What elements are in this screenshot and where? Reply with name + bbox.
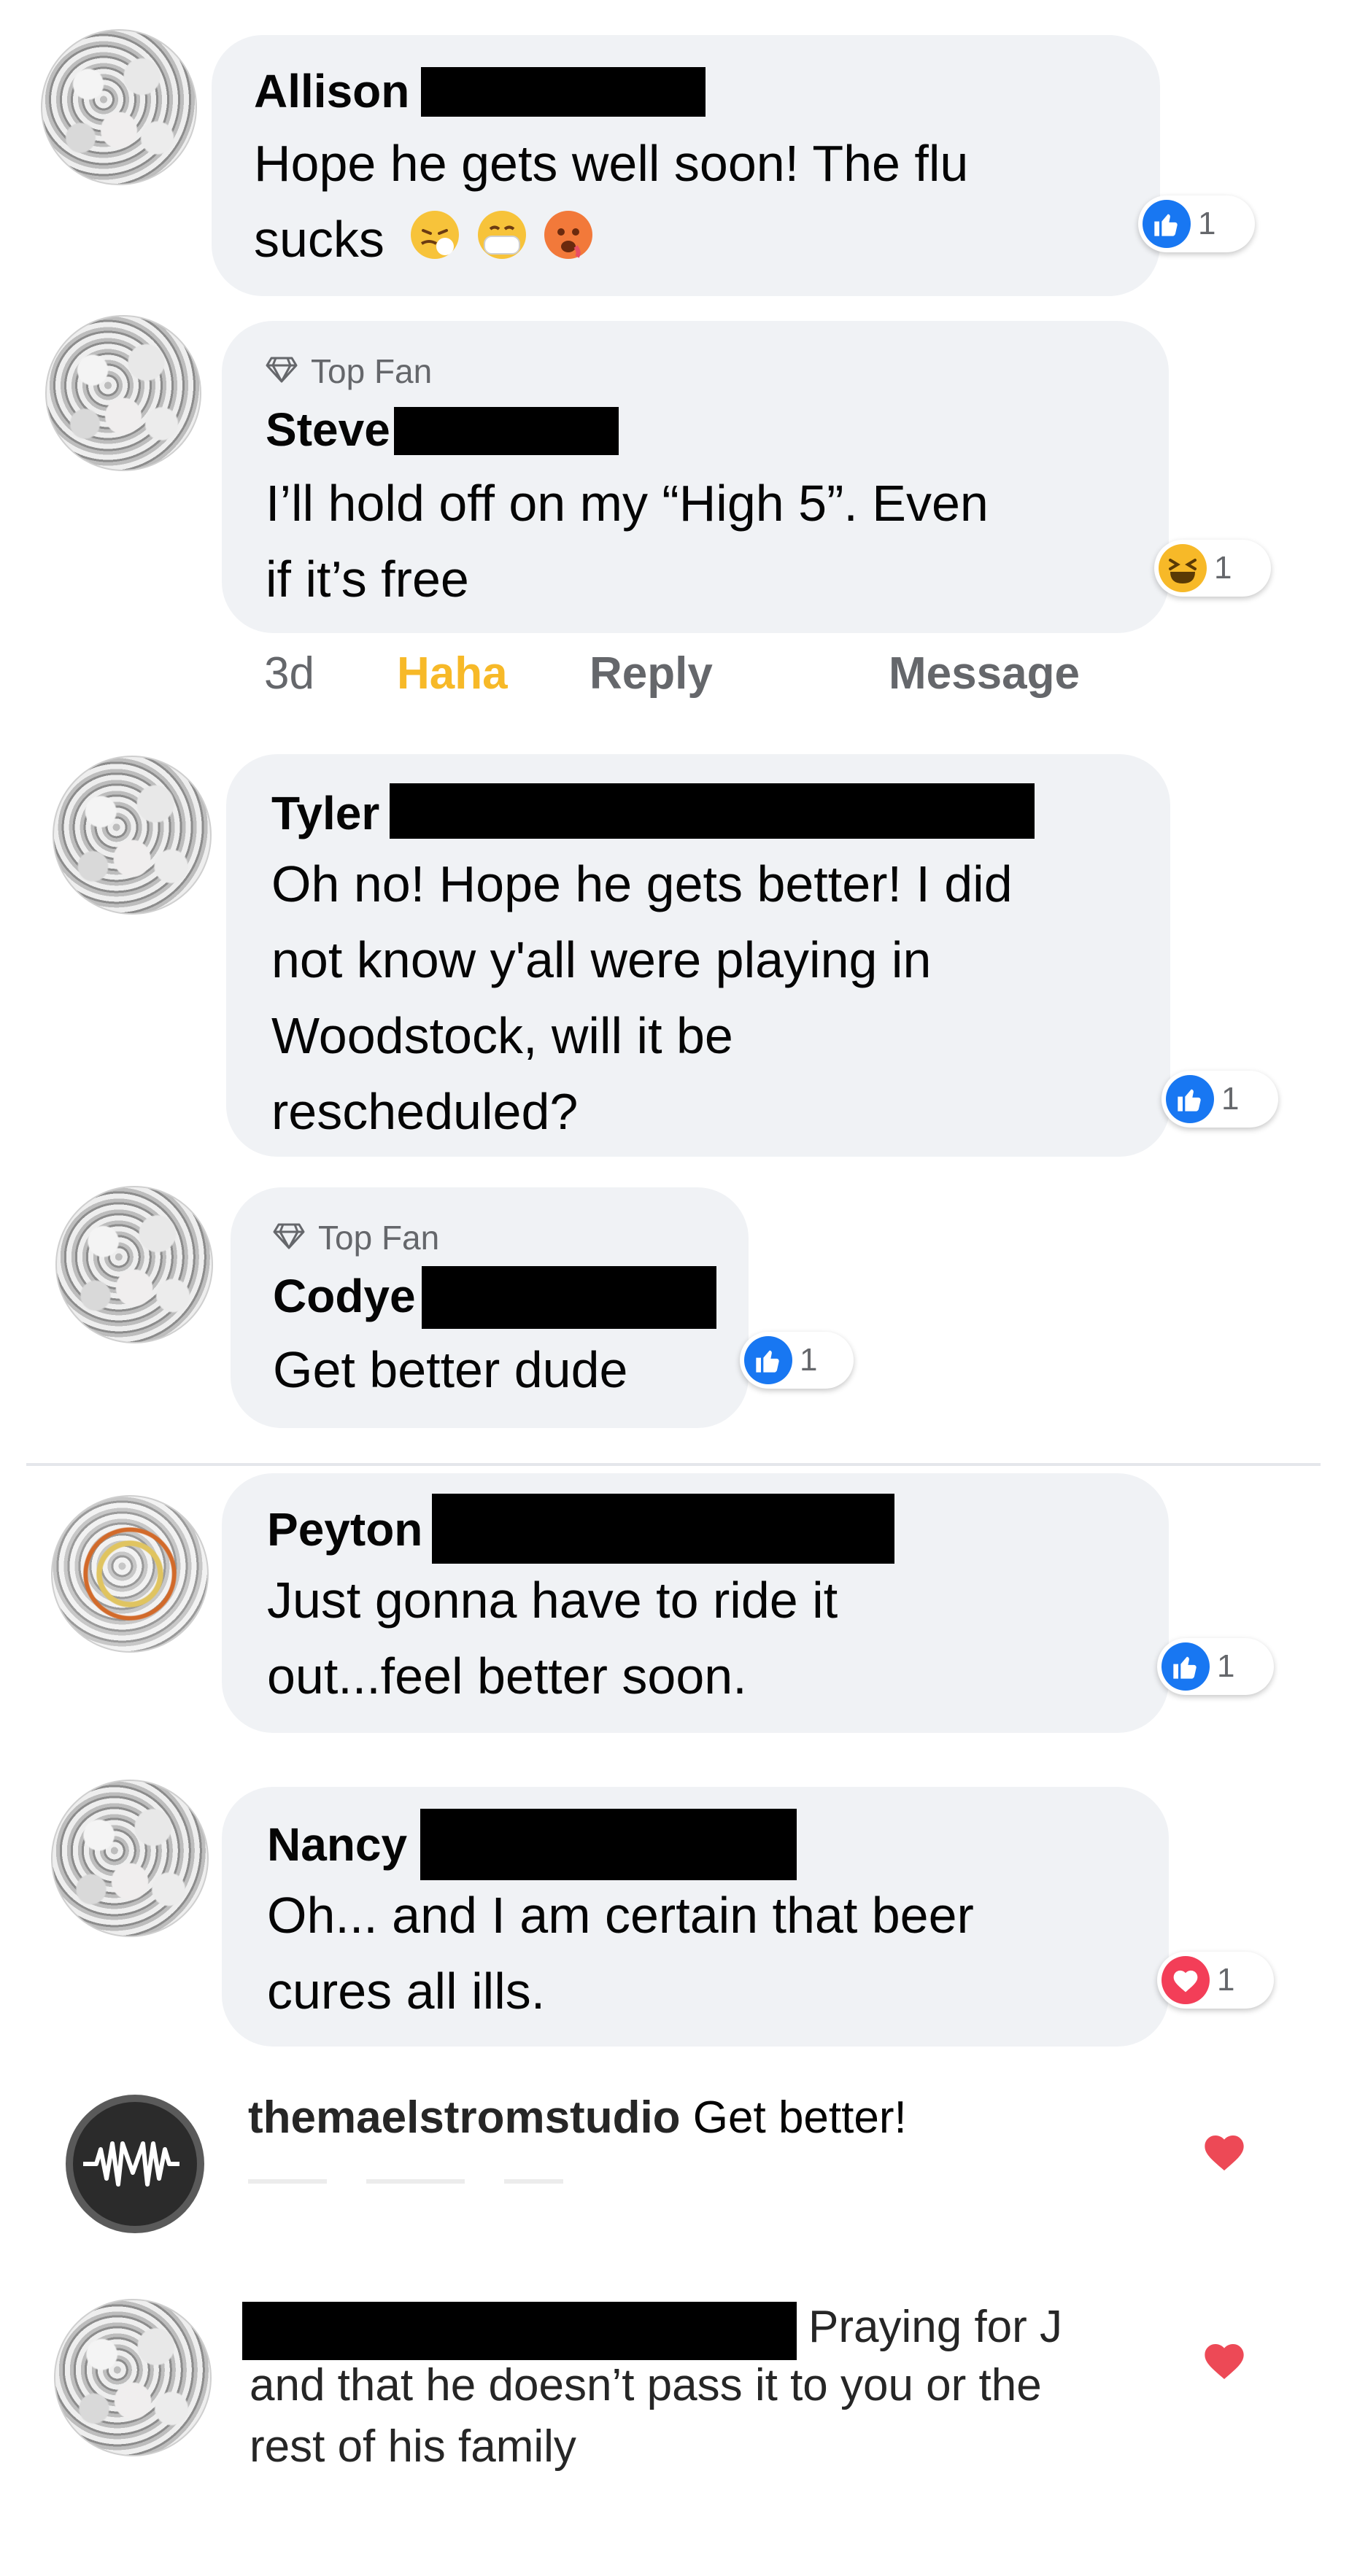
section-divider: [26, 1463, 1321, 1466]
haha-icon: [1159, 544, 1207, 592]
top-fan-label: Top Fan: [311, 352, 433, 390]
comment-text: Just gonna have to ride it out...feel be…: [267, 1562, 1157, 1714]
redaction-bar: [422, 1266, 716, 1329]
reply-link[interactable]: Reply: [590, 648, 713, 699]
comment-line: out...feel better soon.: [267, 1648, 747, 1704]
reaction-count: 1: [800, 1342, 818, 1378]
avatar[interactable]: [51, 1780, 209, 1937]
top-fan-badge: Top Fan: [273, 1218, 439, 1257]
message-link[interactable]: Message: [889, 648, 1080, 699]
maelstrom-logo-icon: [83, 2141, 179, 2187]
mask-emoji-icon: [476, 206, 528, 282]
reaction-badge[interactable]: 1: [1157, 1638, 1274, 1695]
comment-text: Hope he gets well soon! The flu sucks: [254, 125, 1159, 282]
commenter-name[interactable]: Steve: [266, 403, 390, 457]
like-icon: [744, 1336, 792, 1384]
ig-username[interactable]: themaelstromstudio: [248, 2092, 681, 2143]
comment-text: I’ll hold off on my “High 5”. Even if it…: [266, 465, 1163, 617]
hot-face-emoji-icon: [542, 206, 595, 282]
top-fan-badge: Top Fan: [266, 352, 432, 391]
reaction-badge[interactable]: 1: [1161, 1071, 1278, 1128]
comment-line: Oh no! Hope he gets better! I did: [271, 856, 1013, 912]
faint-meta-line: [248, 2179, 642, 2184]
haha-reaction-link[interactable]: Haha: [397, 648, 508, 699]
diamond-icon: [266, 352, 298, 391]
comment-line: rescheduled?: [271, 1083, 579, 1140]
redaction-bar: [432, 1494, 894, 1564]
reaction-count: 1: [1221, 1081, 1240, 1117]
sick-emoji-icon: [409, 206, 461, 282]
comment-text: Get better dude: [273, 1332, 740, 1408]
comment-line: cures all ills.: [267, 1963, 546, 2020]
reaction-count: 1: [1214, 550, 1232, 586]
commenter-name[interactable]: Codye: [273, 1269, 416, 1323]
avatar[interactable]: [55, 1186, 213, 1343]
comment-line: Hope he gets well soon! The flu: [254, 135, 969, 192]
diamond-icon: [273, 1218, 305, 1257]
reaction-badge[interactable]: 1: [1138, 195, 1255, 252]
redaction-bar: [394, 407, 619, 455]
like-heart-icon[interactable]: [1201, 2130, 1248, 2176]
commenter-name[interactable]: Peyton: [267, 1502, 422, 1556]
comment-line: I’ll hold off on my “High 5”. Even: [266, 475, 989, 532]
commenter-name[interactable]: Tyler: [271, 786, 379, 840]
comment-text: Oh no! Hope he gets better! I did not kn…: [271, 846, 1161, 1149]
comment-line: not know y'all were playing in: [271, 931, 932, 988]
avatar[interactable]: [41, 29, 197, 185]
redaction-bar: [421, 67, 706, 117]
redaction-bar: [420, 1809, 797, 1880]
comment-line: Oh... and I am certain that beer: [267, 1887, 974, 1944]
love-icon: [1161, 1956, 1210, 2004]
comment-line: Get better dude: [273, 1341, 628, 1398]
like-icon: [1143, 200, 1191, 248]
ig-comment-text: Praying for J: [808, 2302, 1063, 2352]
top-fan-label: Top Fan: [318, 1219, 440, 1257]
comment-text: Oh... and I am certain that beer cures a…: [267, 1877, 1157, 2029]
comment-line: if it’s free: [266, 551, 469, 608]
reaction-count: 1: [1198, 206, 1216, 241]
reaction-count: 1: [1217, 1962, 1235, 1998]
avatar[interactable]: [66, 2095, 204, 2233]
reaction-badge[interactable]: 1: [1154, 540, 1271, 597]
reaction-count: 1: [1217, 1648, 1235, 1684]
comment-line: Woodstock, will it be: [271, 1007, 733, 1064]
ig-comment-text: rest of his family: [250, 2421, 576, 2472]
like-heart-icon[interactable]: [1201, 2338, 1248, 2385]
avatar[interactable]: [54, 2299, 212, 2456]
ig-comment-body: Get better!: [692, 2092, 907, 2143]
avatar[interactable]: [51, 1495, 209, 1653]
reaction-badge[interactable]: 1: [740, 1332, 854, 1389]
ig-comment-text: themaelstromstudio Get better!: [248, 2092, 907, 2144]
avatar[interactable]: [45, 315, 201, 471]
like-icon: [1161, 1642, 1210, 1691]
commenter-name[interactable]: Allison: [254, 64, 409, 118]
comment-line: Just gonna have to ride it: [267, 1572, 838, 1629]
comment-line: sucks: [254, 201, 1159, 282]
comment-timestamp: 3d: [264, 648, 314, 699]
like-icon: [1166, 1075, 1214, 1123]
avatar[interactable]: [53, 756, 212, 915]
comment-line-text: sucks: [254, 211, 384, 268]
redaction-bar: [390, 783, 1035, 839]
reaction-badge[interactable]: 1: [1157, 1952, 1274, 2009]
commenter-name[interactable]: Nancy: [267, 1817, 407, 1871]
ig-comment-text: and that he doesn’t pass it to you or th…: [250, 2360, 1042, 2410]
redaction-bar: [242, 2302, 797, 2360]
